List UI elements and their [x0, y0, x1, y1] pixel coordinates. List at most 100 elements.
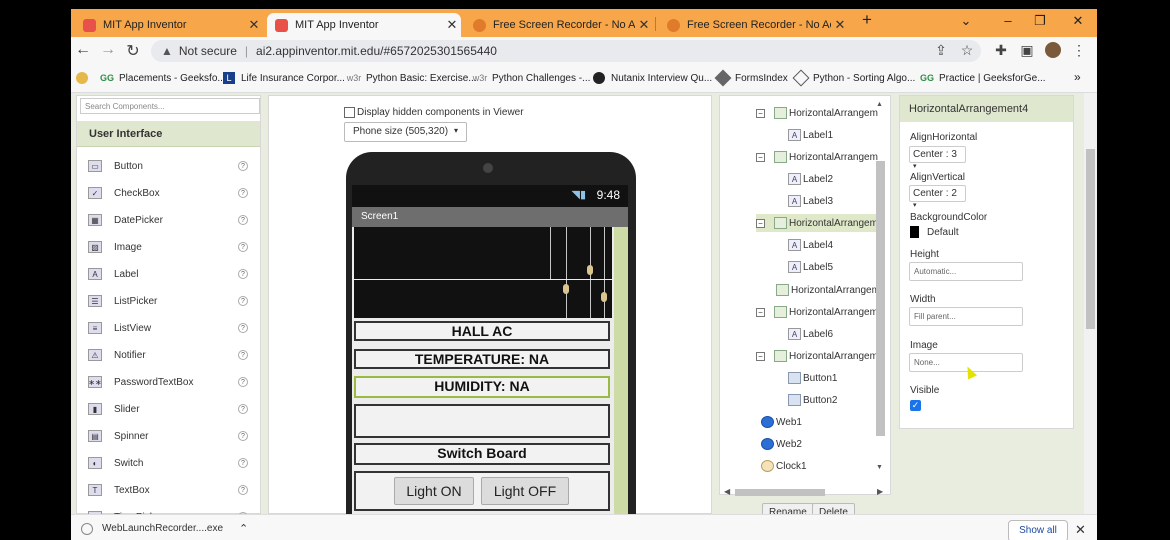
palette-item-datepicker[interactable]: ▦ DatePicker? [77, 207, 260, 233]
new-tab-button[interactable]: + [855, 10, 879, 30]
phone-size-select[interactable]: Phone size (505,320) ▾ [344, 122, 467, 142]
tree-node-lab[interactable]: A Label2 [788, 170, 833, 188]
color-swatch[interactable] [910, 226, 919, 238]
download-item[interactable]: WebLaunchRecorder....exe ⌃ [81, 522, 248, 535]
help-icon[interactable]: ? [238, 242, 248, 252]
side-panel-icon[interactable]: ▣ [1017, 42, 1037, 59]
chevron-up-icon[interactable]: ⌃ [239, 522, 248, 535]
back-arrow-icon[interactable]: ← [73, 41, 93, 59]
help-icon[interactable]: ? [238, 485, 248, 495]
help-icon[interactable]: ? [238, 269, 248, 279]
help-icon[interactable]: ? [238, 296, 248, 306]
palette-item-timepicker[interactable]: ◷TimePicker? [77, 504, 260, 514]
maximize-icon[interactable]: ❐ [1028, 13, 1052, 29]
more-menu-icon[interactable]: ⋮ [1069, 42, 1089, 59]
scroll-down-icon[interactable]: ▼ [876, 464, 883, 471]
label-switch-board[interactable]: Switch Board [354, 443, 610, 465]
address-bar[interactable]: ▲ Not secure | ai2.appinventor.mit.edu/#… [151, 40, 981, 62]
help-icon[interactable]: ? [238, 404, 248, 414]
label-hall-ac[interactable]: HALL AC [354, 321, 610, 341]
tab-app-inventor-1[interactable]: MIT App Inventor ✕ [75, 13, 263, 37]
align-vertical-select[interactable]: Center : 2 ▾ [909, 185, 966, 209]
palette-item-listpicker[interactable]: ☰ ListPicker? [77, 288, 260, 314]
width-field[interactable]: Fill parent... [909, 307, 1023, 326]
palette-item-switch[interactable]: ◐ Switch? [77, 450, 260, 476]
help-icon[interactable]: ? [238, 161, 248, 171]
palette-item-listview[interactable]: ≡ ListView? [77, 315, 260, 341]
tree-node-lab[interactable]: A Label5 [788, 258, 833, 276]
tree-node-arr[interactable]: HorizontalArrangem [776, 281, 880, 299]
help-icon[interactable]: ? [238, 188, 248, 198]
tree-node-lab[interactable]: A Label1 [788, 126, 833, 144]
bookmark-geeksforgeeks[interactable]: GG Placements - Geeksfo... [100, 72, 226, 84]
tree-node-lab[interactable]: A Label4 [788, 236, 833, 254]
display-hidden-checkbox[interactable]: Display hidden components in Viewer [344, 107, 524, 118]
header-image[interactable] [354, 227, 612, 279]
help-icon[interactable]: ? [238, 323, 248, 333]
scroll-left-icon[interactable]: ◀ [724, 487, 730, 496]
tree-horizontal-scrollbar[interactable]: ◀ ▶ [723, 487, 889, 499]
close-shelf-icon[interactable]: ✕ [1075, 522, 1086, 538]
scroll-up-icon[interactable]: ▲ [876, 101, 883, 108]
bookmark-nutanix[interactable]: Nutanix Interview Qu... [593, 72, 712, 84]
scroll-thumb[interactable] [1086, 149, 1095, 329]
bookmark-python-sorting[interactable]: Python - Sorting Algo... [792, 69, 915, 87]
visible-checkbox[interactable]: ✓ [910, 400, 921, 411]
collapse-toggle-icon[interactable]: − [756, 108, 765, 118]
tree-node-lab[interactable]: A Label6 [788, 325, 833, 343]
close-icon[interactable]: ✕ [443, 17, 461, 33]
palette-item-label[interactable]: A Label? [77, 261, 260, 287]
share-icon[interactable]: ⇪ [931, 42, 951, 59]
bookmarks-overflow[interactable]: » [1074, 70, 1081, 84]
empty-arrangement[interactable] [354, 404, 610, 438]
collapse-toggle-icon[interactable]: − [756, 307, 765, 317]
height-field[interactable]: Automatic... [909, 262, 1023, 281]
palette-item-checkbox[interactable]: ✓ CheckBox? [77, 180, 260, 206]
palette-item-slider[interactable]: ▮ Slider? [77, 396, 260, 422]
light-on-button[interactable]: Light ON [394, 477, 474, 505]
palette-item-notifier[interactable]: ⚠ Notifier? [77, 342, 260, 368]
help-icon[interactable]: ? [238, 458, 248, 468]
palette-item-spinner[interactable]: ▤ Spinner? [77, 423, 260, 449]
collapse-toggle-icon[interactable]: − [756, 351, 765, 361]
scroll-thumb[interactable] [735, 489, 825, 496]
tab-search-chevron-icon[interactable]: ⌄ [954, 13, 978, 29]
window-close-icon[interactable]: ✕ [1066, 13, 1090, 29]
collapse-toggle-icon[interactable]: − [756, 152, 765, 162]
close-icon[interactable]: ✕ [245, 17, 263, 33]
button-arrangement[interactable]: Light ON Light OFF [354, 471, 610, 511]
help-icon[interactable]: ? [238, 431, 248, 441]
collapse-toggle-icon[interactable]: − [756, 218, 765, 228]
page-scrollbar[interactable] [1084, 93, 1097, 514]
bookmark-formsindex[interactable]: FormsIndex [714, 69, 788, 87]
bookmark-python-basic[interactable]: w3r Python Basic: Exercise... [347, 72, 477, 84]
palette-item-textbox[interactable]: T TextBox? [77, 477, 260, 503]
tab-screen-recorder-1[interactable]: Free Screen Recorder - No Account ✕ [465, 13, 653, 37]
profile-avatar[interactable] [1043, 42, 1063, 61]
tab-app-inventor-2[interactable]: MIT App Inventor ✕ [267, 13, 461, 37]
palette-item-image[interactable]: ▨ Image? [77, 234, 260, 260]
palette-section-header[interactable]: User Interface [77, 121, 260, 147]
tree-node-clk[interactable]: Clock1 [761, 457, 807, 475]
forward-arrow-icon[interactable]: → [98, 41, 118, 59]
help-icon[interactable]: ? [238, 377, 248, 387]
tree-node-btn[interactable]: Button2 [788, 391, 837, 409]
scroll-right-icon[interactable]: ▶ [877, 487, 883, 496]
bookmark-practice-gfg[interactable]: GG Practice | GeeksforGe... [920, 72, 1046, 84]
search-components-input[interactable]: Search Components... [80, 98, 260, 114]
bookmark-python-challenges[interactable]: w3r Python Challenges -... [473, 72, 591, 84]
light-off-button[interactable]: Light OFF [481, 477, 569, 505]
close-icon[interactable]: ✕ [831, 17, 849, 33]
minimize-icon[interactable]: – [996, 13, 1020, 28]
palette-item-passwordtextbox[interactable]: ∗∗ PasswordTextBox? [77, 369, 260, 395]
help-icon[interactable]: ? [238, 215, 248, 225]
tree-node-lab[interactable]: A Label3 [788, 192, 833, 210]
extensions-puzzle-icon[interactable]: ✚ [991, 42, 1011, 59]
tree-node-btn[interactable]: Button1 [788, 369, 837, 387]
show-all-button[interactable]: Show all [1008, 520, 1068, 540]
screen-title-bar[interactable]: Screen1 [352, 207, 628, 227]
tree-node-arr[interactable]: − HorizontalArrangem [756, 214, 882, 232]
close-icon[interactable]: ✕ [635, 17, 653, 33]
star-icon[interactable]: ☆ [957, 42, 977, 59]
background-color-value[interactable]: Default [927, 227, 959, 238]
